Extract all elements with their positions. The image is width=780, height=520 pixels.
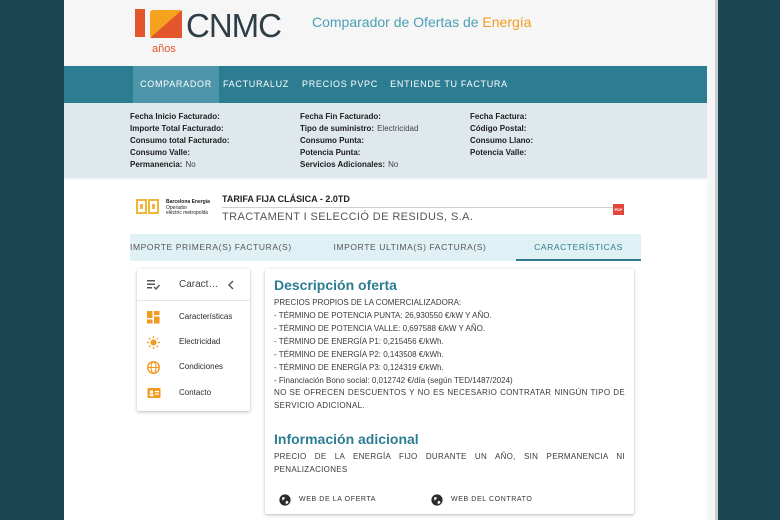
tariff-company: TRACTAMENT I SELECCIÓ DE RESIDUS, S.A. [222,211,474,223]
logo-years: años [152,43,176,55]
invoice-field: Tipo de suministro: Electricidad [300,124,419,133]
description-line: - TÉRMINO DE POTENCIA PUNTA: 26,930550 €… [274,311,492,320]
invoice-field: Servicios Adicionales: No [300,160,399,169]
dashboard-icon [147,311,160,324]
invoice-field: Potencia Punta: [300,148,361,157]
site-header: CNMC años Comparador de Ofertas de Energ… [64,0,715,64]
description-note: NO SE OFRECEN DESCUENTOS Y NO ES NECESAR… [274,388,625,410]
chevron-left-icon[interactable] [227,280,235,290]
scrollbar[interactable] [715,0,718,520]
invoice-field: Importe Total Facturado: [130,124,224,133]
cnmc-logo[interactable]: CNMC años [134,6,299,56]
tab-importe-ultima[interactable]: IMPORTE ULTIMA(S) FACTURA(S) [320,234,500,261]
invoice-field: Código Postal: [470,124,527,133]
pdf-icon[interactable]: PDF [613,204,624,215]
invoice-field: Consumo Llano: [470,136,534,145]
side-menu-header: Caract… [137,269,250,301]
nav-precios-pvpc[interactable]: PRECIOS PVPC [300,66,380,103]
globe-icon [279,494,291,506]
additional-info-heading: Información adicional [274,431,419,447]
globe-icon [147,361,160,374]
nav-entiende-tu-factura[interactable]: ENTIENDE TU FACTURA [388,66,510,103]
web-contract-link[interactable]: WEB DEL CONTRATO [431,493,541,507]
invoice-field: Fecha Inicio Facturado: [130,112,220,121]
invoice-field: Permanencia: No [130,160,196,169]
side-menu-item-electricidad[interactable]: Electricidad [137,332,250,354]
description-heading: Descripción oferta [274,277,397,293]
invoice-field: Fecha Factura: [470,112,527,121]
divider [222,207,620,208]
side-menu-item-condiciones[interactable]: Condiciones [137,357,250,379]
invoice-field: Potencia Valle: [470,148,527,157]
description-line: PRECIOS PROPIOS DE LA COMERCIALIZADORA: [274,298,462,307]
offer-tabs: IMPORTE PRIMERA(S) FACTURA(S) IMPORTE UL… [130,234,641,261]
description-line: - TÉRMINO DE ENERGÍA P1: 0,215456 €/kWh. [274,337,444,346]
description-line: - TÉRMINO DE ENERGÍA P2: 0,143508 €/kWh. [274,350,444,359]
company-line: elèctric metropolità [166,210,208,216]
offer-card: Barcelona Energia Operador elèctric metr… [64,180,707,520]
invoice-field: Consumo total Facturado: [130,136,230,145]
invoice-field: Consumo Valle: [130,148,191,157]
invoice-field: Fecha Fin Facturado: [300,112,381,121]
web-offer-link[interactable]: WEB DE LA OFERTA [279,493,389,507]
contact-card-icon [147,388,161,398]
side-menu: Caract… Características Electricidad Con… [137,269,250,411]
main-nav: COMPARADOR FACTURALUZ PRECIOS PVPC ENTIE… [64,66,707,103]
description-line: - TÉRMINO DE POTENCIA VALLE: 0,697588 €/… [274,324,486,333]
side-menu-item-caracteristicas[interactable]: Características [137,307,250,329]
logo-name: CNMC [186,7,281,44]
tab-caracteristicas[interactable]: CARACTERÍSTICAS [516,234,641,261]
globe-icon [431,494,443,506]
side-menu-item-contacto[interactable]: Contacto [137,383,250,405]
sun-icon [147,336,160,349]
invoice-field: Consumo Punta: [300,136,364,145]
offer-description-panel: Descripción oferta PRECIOS PROPIOS DE LA… [265,269,634,514]
description-line: - TÉRMINO DE ENERGÍA P3: 0,124319 €/kWh. [274,363,444,372]
additional-info-text: PRECIO DE LA ENERGÍA FIJO DURANTE UN AÑO… [274,452,625,474]
description-line: - Financiación Bono social: 0,012742 €/d… [274,376,513,385]
nav-comparador[interactable]: COMPARADOR [133,66,219,103]
side-menu-title: Caract… [179,279,219,290]
list-check-icon [147,280,160,290]
tab-importe-primera[interactable]: IMPORTE PRIMERA(S) FACTURA(S) [130,234,291,261]
company-logo [136,199,159,214]
page: CNMC años Comparador de Ofertas de Energ… [64,0,715,520]
tariff-name: TARIFA FIJA CLÁSICA - 2.0TD [222,194,350,204]
nav-facturaluz[interactable]: FACTURALUZ [221,66,291,103]
site-title: Comparador de Ofertas de Energía [312,14,532,30]
invoice-summary: Fecha Inicio Facturado: Importe Total Fa… [64,103,707,178]
